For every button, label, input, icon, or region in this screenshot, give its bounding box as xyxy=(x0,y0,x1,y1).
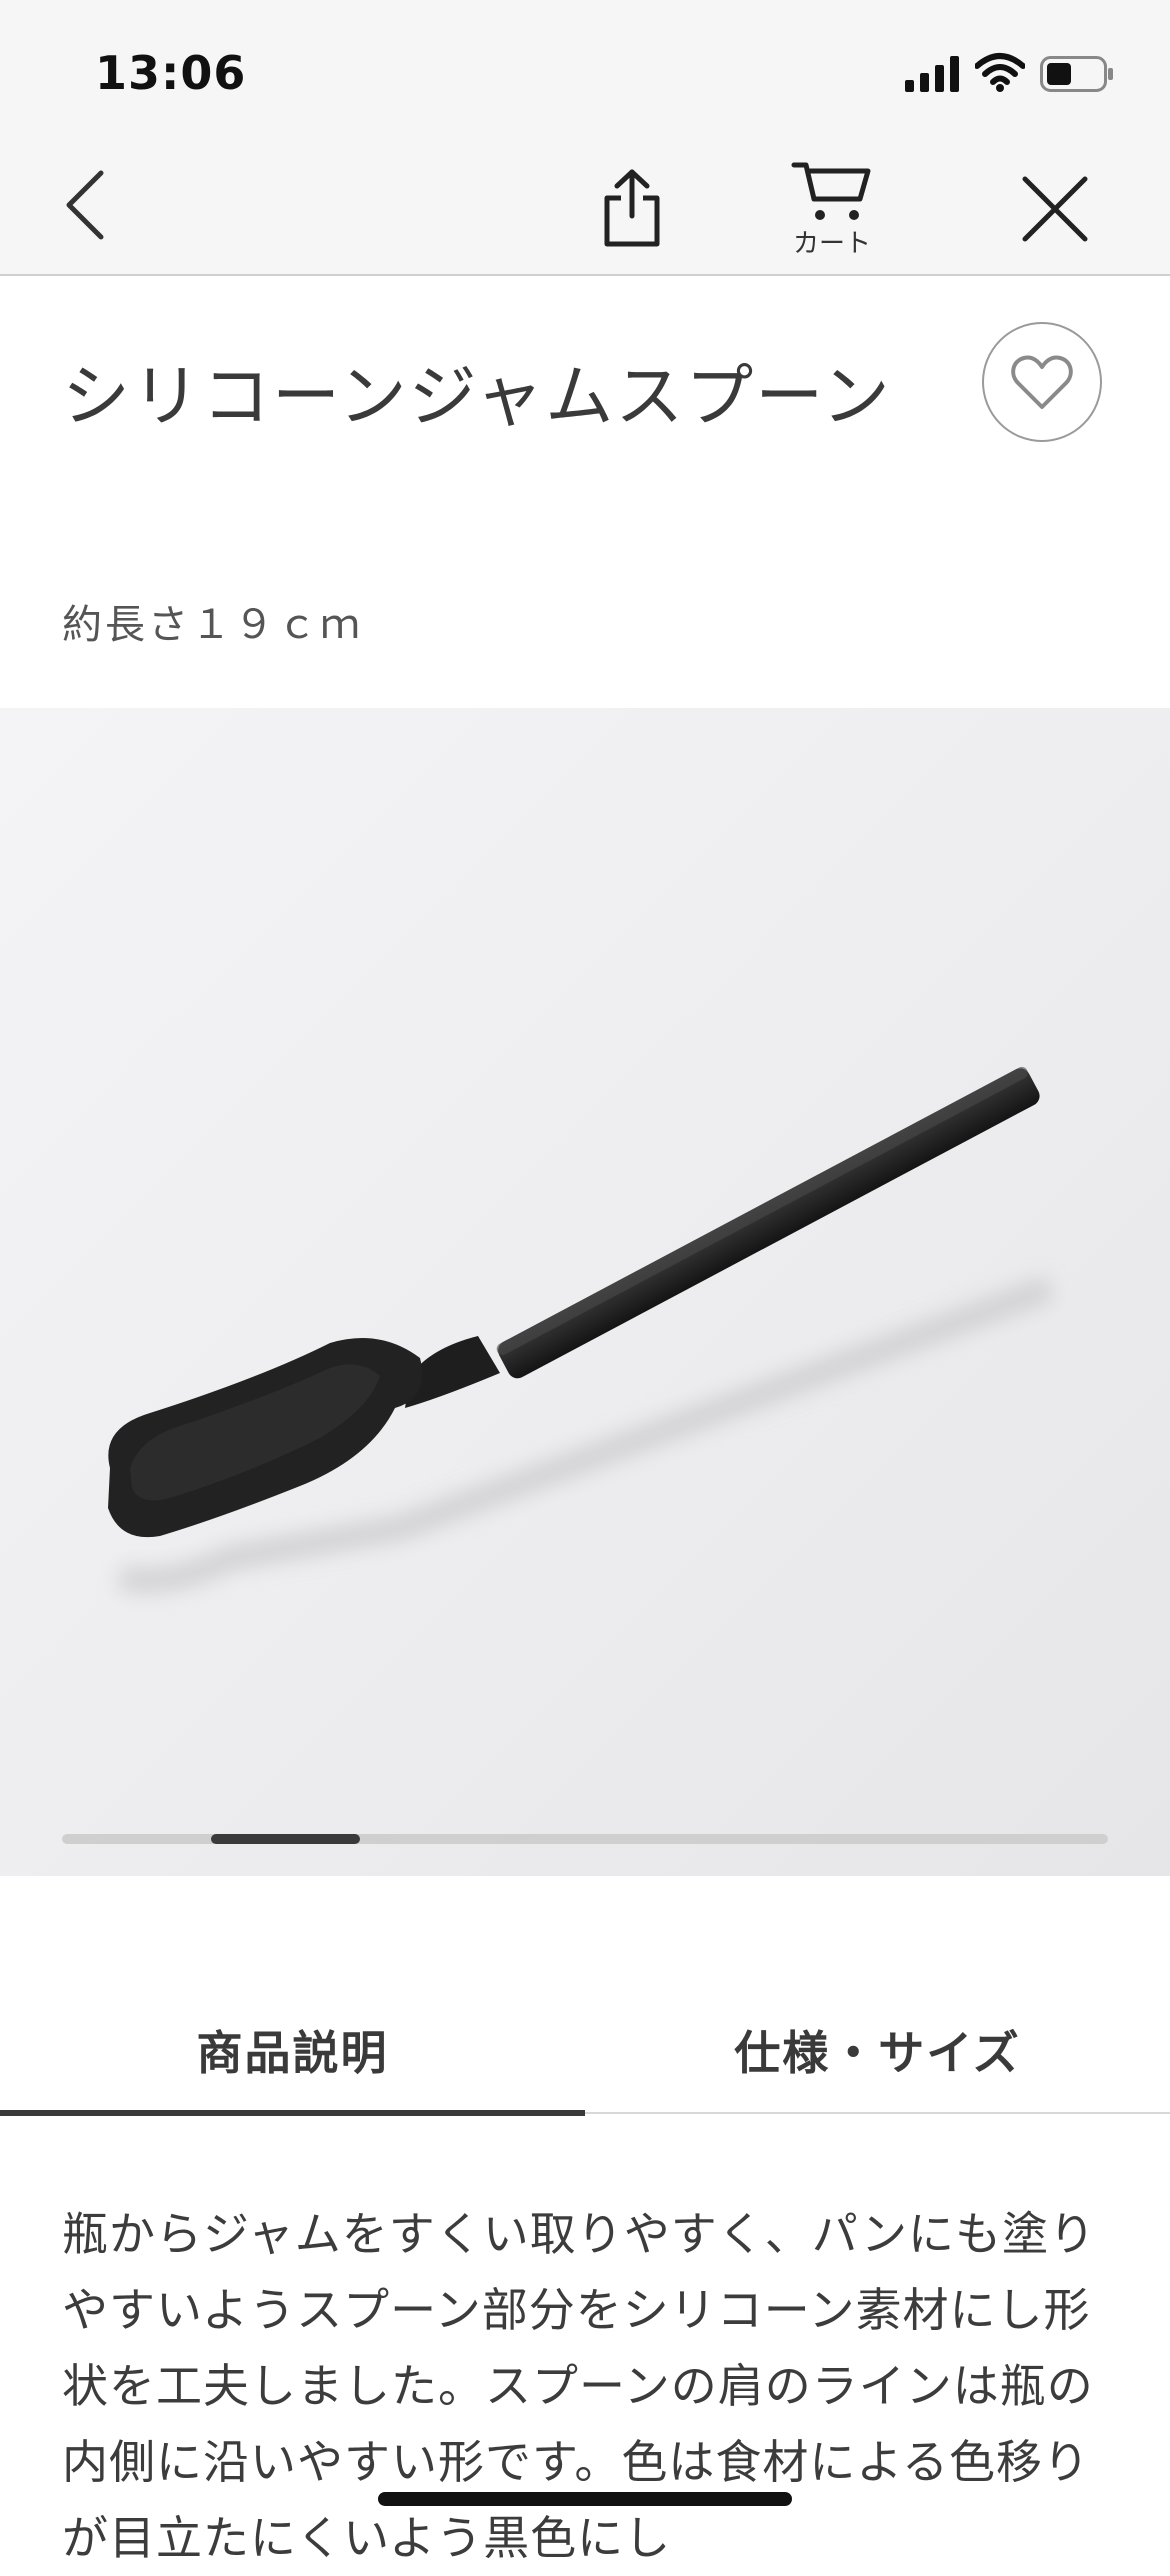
status-bar: 13:06 xyxy=(0,0,1170,140)
detail-tabs: 商品説明 仕様・サイズ xyxy=(0,1990,1170,2116)
product-image-gallery[interactable] xyxy=(0,708,1170,1876)
signal-icon xyxy=(905,56,959,92)
share-button[interactable] xyxy=(585,158,679,258)
gallery-scroll-thumb[interactable] xyxy=(211,1834,360,1844)
cart-icon xyxy=(791,162,871,220)
gallery-scrollbar[interactable] xyxy=(62,1834,1108,1844)
product-size: 約長さ１９ｃｍ xyxy=(62,602,363,648)
chevron-left-icon xyxy=(66,170,104,240)
home-indicator xyxy=(378,2492,792,2506)
wifi-icon xyxy=(975,53,1025,92)
tab-specifications[interactable]: 仕様・サイズ xyxy=(585,1990,1170,2110)
cart-button[interactable]: カート xyxy=(770,154,894,264)
back-button[interactable] xyxy=(50,160,120,250)
product-title: シリコーンジャムスプーン xyxy=(62,357,892,437)
battery-icon xyxy=(1040,56,1113,92)
favorite-button[interactable] xyxy=(982,322,1102,442)
close-icon xyxy=(1022,176,1088,242)
tab-description[interactable]: 商品説明 xyxy=(0,1990,585,2116)
cart-label: カート xyxy=(792,228,871,259)
close-button[interactable] xyxy=(1010,164,1100,254)
product-image xyxy=(108,1066,1055,1594)
product-description: 瓶からジャムをすくい取りやすく、パンにも塗りやすいようスプーン部分をシリコーン素… xyxy=(62,2207,1096,2565)
share-icon xyxy=(604,169,660,247)
heart-icon xyxy=(1011,355,1073,409)
nav-bar: カート xyxy=(0,140,1170,276)
status-time: 13:06 xyxy=(95,46,247,100)
